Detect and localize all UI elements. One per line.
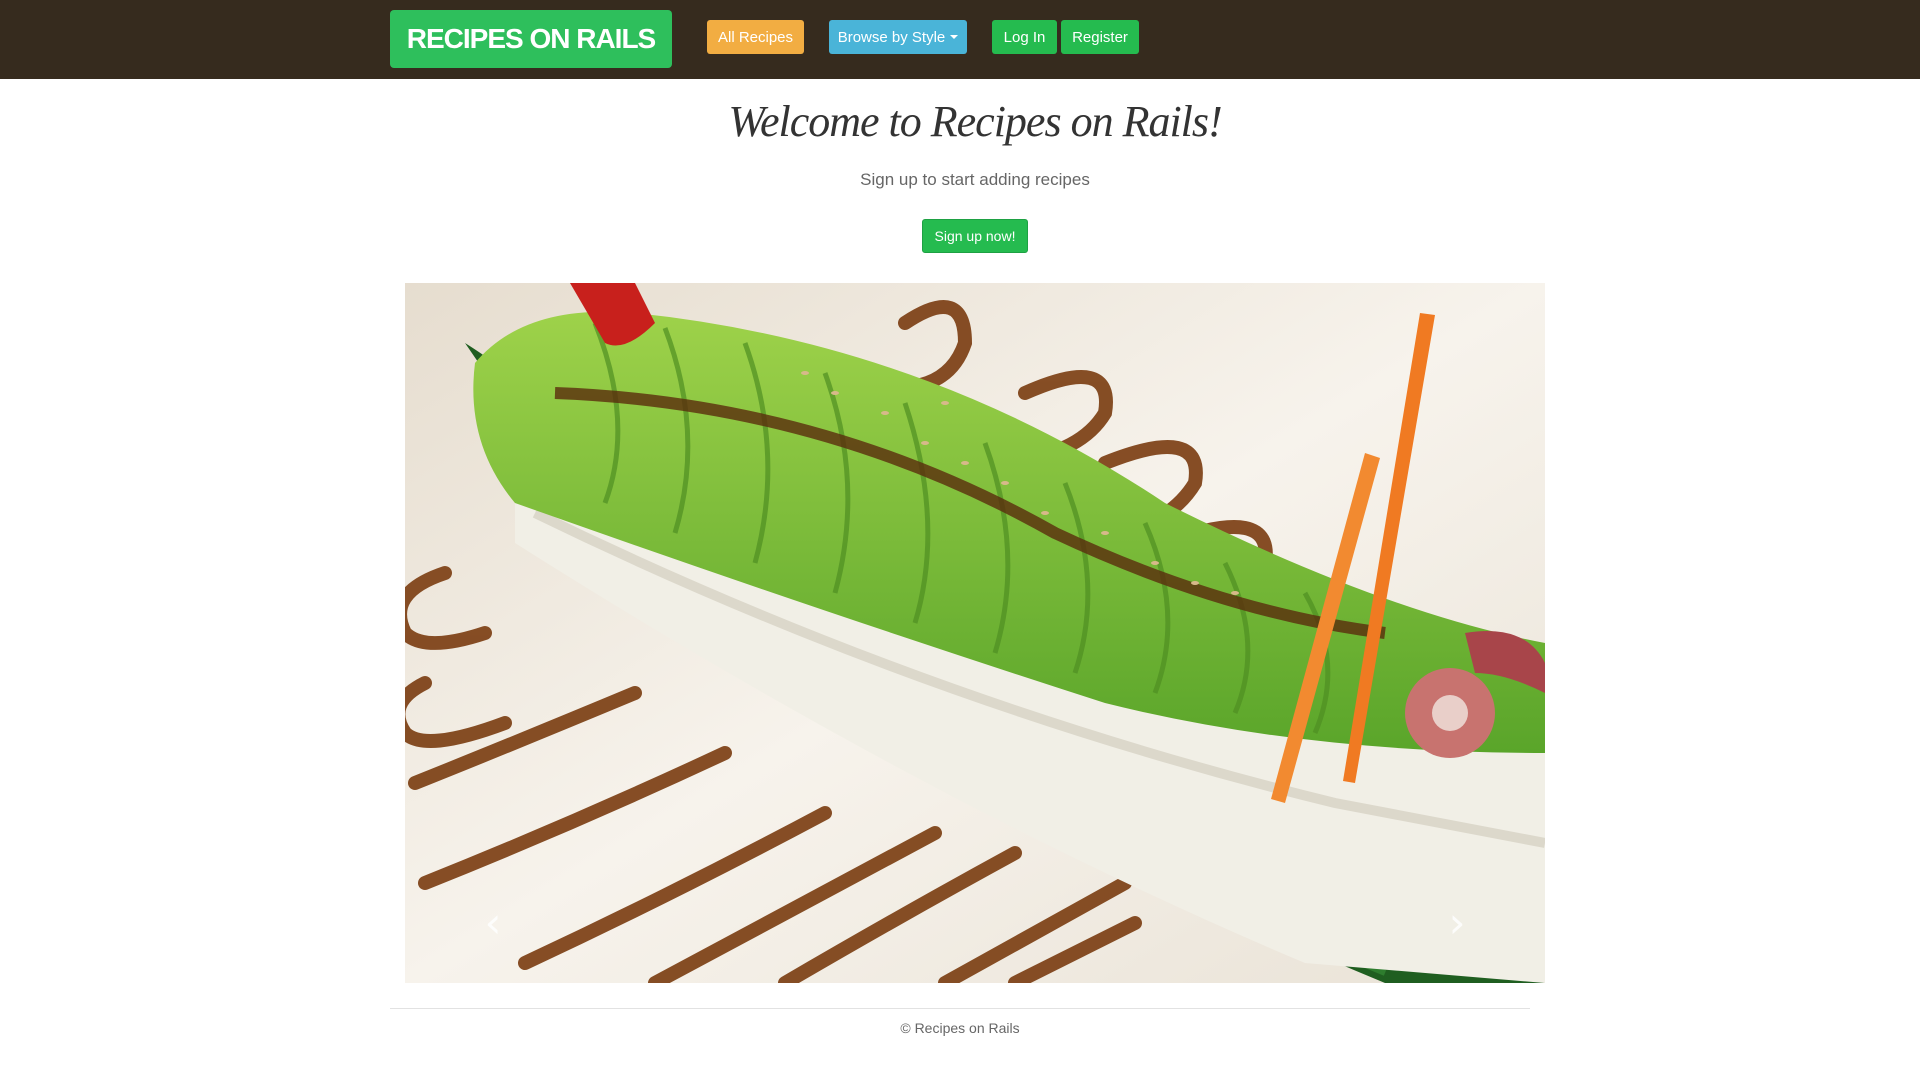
brand-logo[interactable]: RECIPES ON RAILS [390, 10, 672, 68]
page-subtitle: Sign up to start adding recipes [860, 170, 1090, 189]
log-in-button[interactable]: Log In [992, 20, 1057, 54]
footer-divider [390, 1008, 1530, 1009]
sign-up-button[interactable]: Sign up now! [922, 219, 1028, 253]
page-title: Welcome to Recipes on Rails! [728, 97, 1222, 146]
caret-down-icon [950, 35, 959, 39]
image-carousel[interactable]: ‹ › [405, 283, 1545, 983]
register-button[interactable]: Register [1061, 20, 1139, 54]
top-navbar: RECIPES ON RAILS All Recipes Browse by S… [0, 0, 1920, 79]
sushi-roll-photo [405, 283, 1545, 983]
footer-copyright: © Recipes on Rails [900, 1020, 1020, 1036]
all-recipes-button[interactable]: All Recipes [707, 20, 804, 54]
chevron-left-icon[interactable]: ‹ [473, 902, 513, 944]
browse-by-style-dropdown[interactable]: Browse by Style [829, 20, 967, 54]
chevron-right-icon[interactable]: › [1437, 902, 1477, 944]
browse-by-style-label: Browse by Style [837, 28, 946, 46]
